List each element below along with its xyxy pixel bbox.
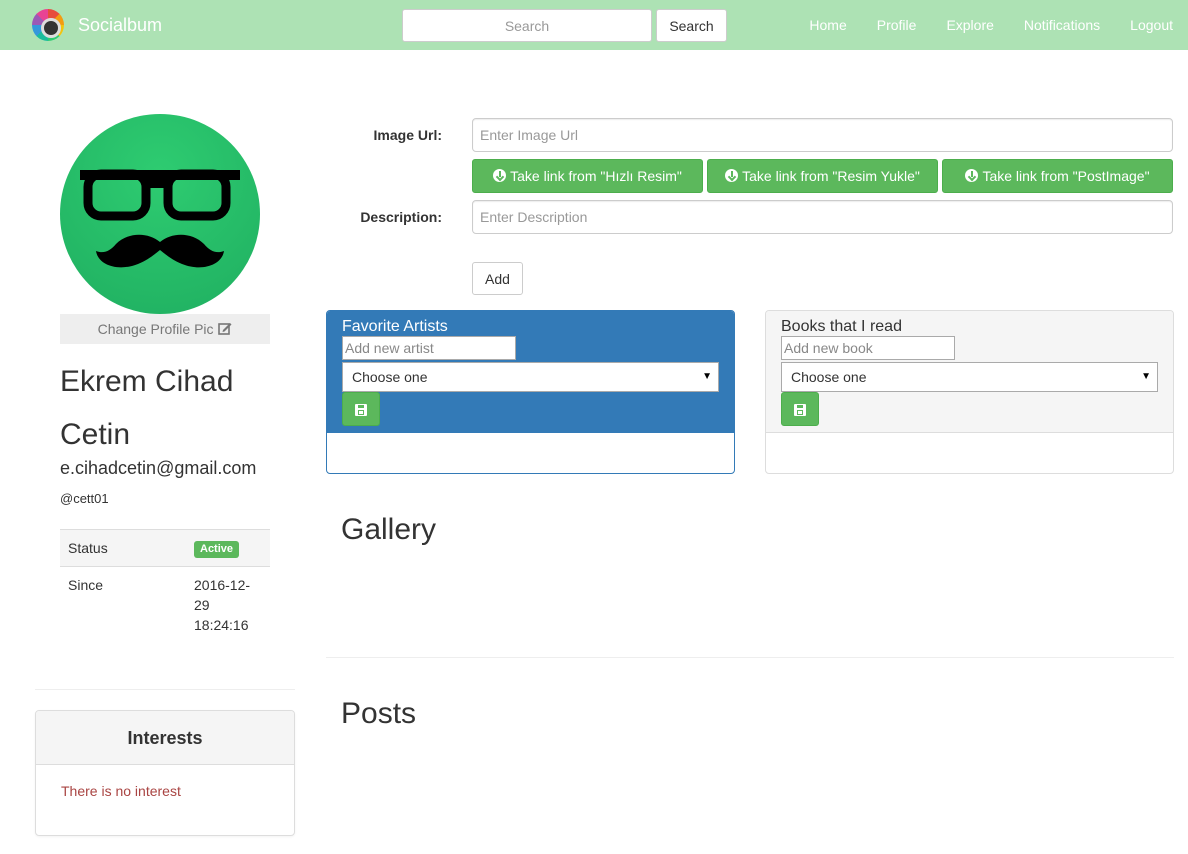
change-profile-pic-label: Change Profile Pic <box>97 321 214 337</box>
add-artist-input[interactable] <box>342 336 516 360</box>
user-full-name: Ekrem Cihad Cetin <box>60 365 234 451</box>
link-hizli-resim-button[interactable]: Take link from "Hızlı Resim" <box>472 159 703 193</box>
interests-empty-text: There is no interest <box>61 783 181 799</box>
search-button[interactable]: Search <box>656 9 727 42</box>
download-circle-icon <box>493 169 507 182</box>
interests-panel: Interests There is no interest <box>35 710 295 836</box>
floppy-disk-icon <box>794 404 806 416</box>
user-email: e.cihadcetin@gmail.com <box>60 458 257 478</box>
glasses-mustache-icon <box>80 169 240 268</box>
table-row: Status Active <box>60 529 270 567</box>
add-button[interactable]: Add <box>472 262 523 295</box>
since-label: Since <box>60 566 186 643</box>
edit-icon <box>218 323 232 335</box>
download-circle-icon <box>965 169 979 182</box>
books-panel: Books that I read Choose one ▼ <box>765 310 1174 474</box>
artist-select[interactable]: Choose one ▼ <box>342 362 719 392</box>
book-select-value: Choose one <box>791 369 867 385</box>
nav-links: Home Profile Explore Notifications Logou… <box>794 0 1188 50</box>
camera-logo-icon <box>32 9 64 41</box>
navbar: Socialbum Search Home Profile Explore No… <box>0 0 1188 50</box>
divider <box>35 689 295 690</box>
save-book-button[interactable] <box>781 392 819 426</box>
brand-name: Socialbum <box>78 14 163 35</box>
description-input[interactable] <box>472 200 1173 234</box>
favorite-artists-panel: Favorite Artists Choose one ▼ <box>326 310 735 474</box>
chevron-down-icon: ▼ <box>702 371 712 382</box>
status-label: Status <box>60 529 186 567</box>
panel-title: Books that I read <box>781 318 902 335</box>
brand-link[interactable]: Socialbum <box>32 9 162 41</box>
link-postimage-button[interactable]: Take link from "PostImage" <box>942 159 1173 193</box>
profile-avatar <box>60 114 260 314</box>
nav-logout[interactable]: Logout <box>1115 0 1188 50</box>
status-badge: Active <box>194 540 240 558</box>
panel-title: Favorite Artists <box>342 318 448 335</box>
image-url-label: Image Url: <box>373 127 442 143</box>
search-input[interactable] <box>402 9 652 42</box>
add-book-input[interactable] <box>781 336 955 360</box>
since-value: 2016-12-29 18:24:16 <box>186 566 270 643</box>
nav-explore[interactable]: Explore <box>931 0 1008 50</box>
user-handle: @cett01 <box>60 491 109 506</box>
chevron-down-icon: ▼ <box>1141 371 1151 382</box>
download-circle-icon <box>725 169 739 182</box>
description-label: Description: <box>360 209 442 225</box>
book-select[interactable]: Choose one ▼ <box>781 362 1158 392</box>
link-button-label: Take link from "Hızlı Resim" <box>510 168 682 184</box>
gallery-heading: Gallery <box>341 513 437 546</box>
nav-home[interactable]: Home <box>794 0 861 50</box>
interests-title: Interests <box>36 711 294 765</box>
divider <box>326 657 1174 658</box>
change-profile-pic-button[interactable]: Change Profile Pic <box>60 314 270 344</box>
save-artist-button[interactable] <box>342 392 380 426</box>
nav-profile[interactable]: Profile <box>862 0 932 50</box>
link-button-label: Take link from "PostImage" <box>982 168 1150 184</box>
table-row: Since 2016-12-29 18:24:16 <box>60 566 270 643</box>
link-resim-yukle-button[interactable]: Take link from "Resim Yukle" <box>707 159 938 193</box>
image-url-input[interactable] <box>472 118 1173 152</box>
nav-notifications[interactable]: Notifications <box>1009 0 1115 50</box>
artist-select-value: Choose one <box>352 369 428 385</box>
posts-heading: Posts <box>341 697 417 730</box>
link-button-label: Take link from "Resim Yukle" <box>742 168 920 184</box>
floppy-disk-icon <box>355 404 367 416</box>
profile-info-table: Status Active Since 2016-12-29 18:24:16 <box>60 529 270 643</box>
